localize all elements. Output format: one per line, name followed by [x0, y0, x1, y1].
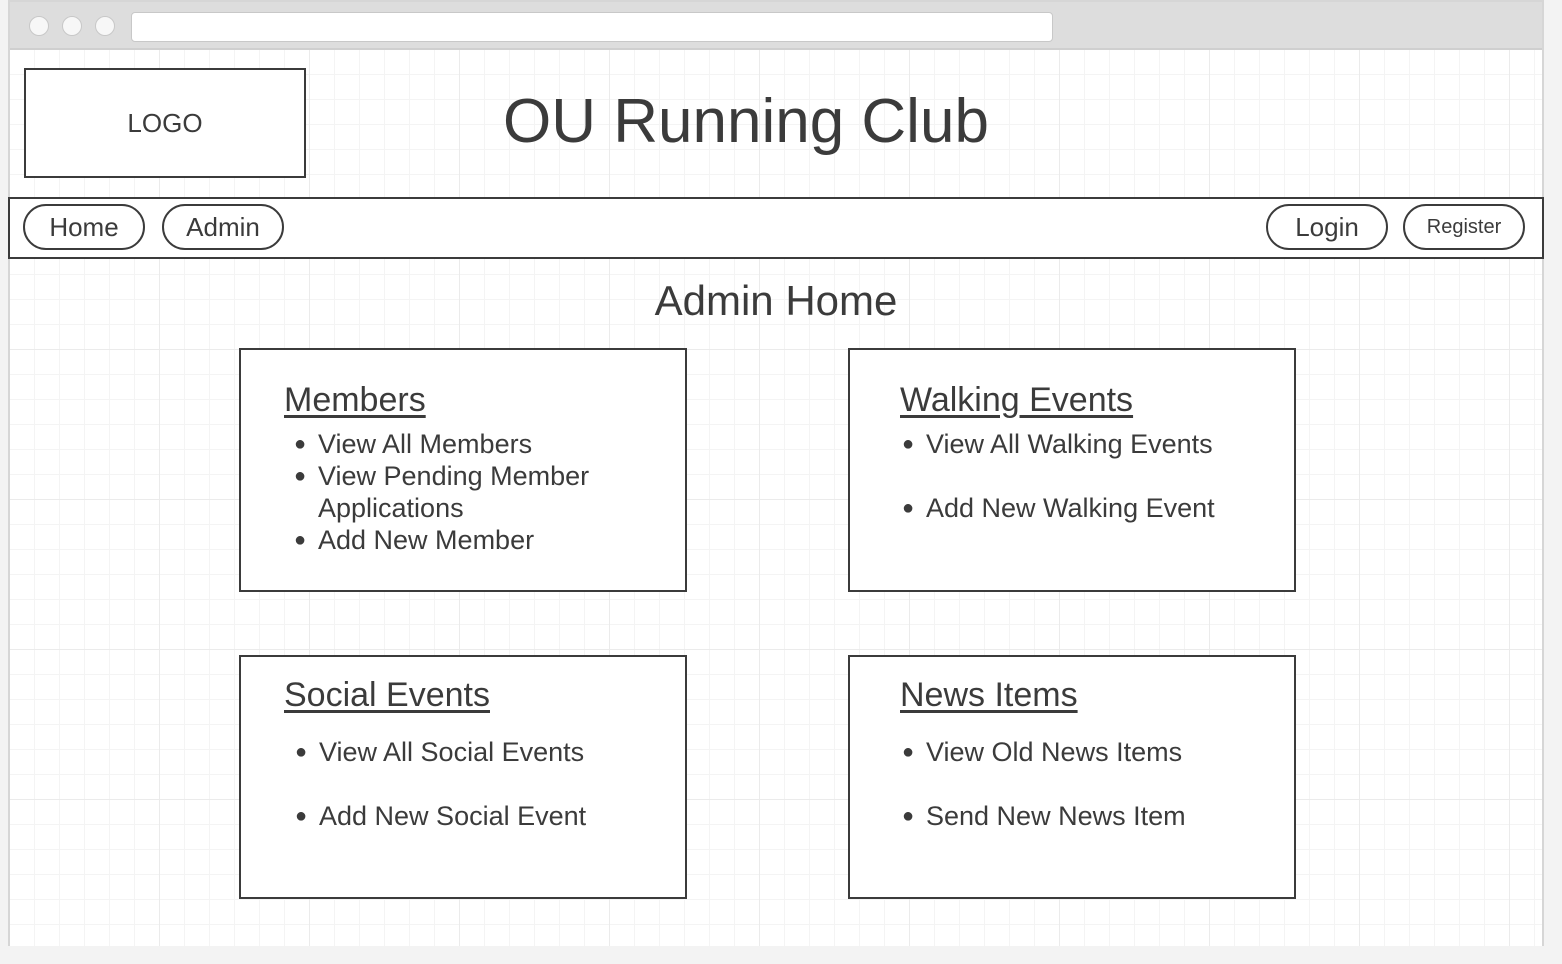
browser-titlebar [10, 2, 1542, 50]
login-button[interactable]: Login [1266, 204, 1388, 250]
link-label: View Old News Items [926, 737, 1183, 767]
walking-events-card: Walking Events ● View All Walking Events … [848, 348, 1296, 592]
bullet-icon: ● [294, 529, 307, 551]
view-old-news-items-link[interactable]: ● View Old News Items [896, 736, 1256, 768]
maximize-window-dot[interactable] [95, 16, 115, 36]
close-window-dot[interactable] [29, 16, 49, 36]
view-all-social-events-link[interactable]: ● View All Social Events [289, 736, 649, 768]
view-pending-applications-link[interactable]: ● View Pending Member Applications [288, 460, 618, 524]
page-canvas: LOGO OU Running Club Home Admin Login Re… [8, 50, 1544, 946]
news-items-card: News Items ● View Old News Items ● Send Ne… [848, 655, 1296, 899]
send-new-news-item-link[interactable]: ● Send New News Item [896, 800, 1256, 832]
page-heading: Admin Home [654, 277, 898, 324]
link-label: View All Social Events [319, 737, 585, 767]
register-button[interactable]: Register [1403, 204, 1525, 250]
social-events-card: Social Events ● View All Social Events ● A… [239, 655, 687, 899]
logo-placeholder[interactable]: LOGO [24, 68, 306, 178]
nav-admin-button[interactable]: Admin [162, 204, 284, 250]
link-label: Add New Social Event [319, 801, 587, 831]
walking-events-card-title[interactable]: Walking Events [900, 380, 1133, 420]
news-items-links: ● View Old News Items ● Send New News Item [896, 736, 1256, 832]
members-card: Members ● View All Members ● View Pending … [239, 348, 687, 592]
browser-window: LOGO OU Running Club Home Admin Login Re… [8, 0, 1544, 946]
add-new-walking-event-link[interactable]: ● Add New Walking Event [896, 492, 1256, 524]
link-label: Send New News Item [926, 801, 1186, 831]
bullet-icon: ● [295, 741, 308, 763]
link-label: View All Members [318, 429, 533, 459]
bullet-icon: ● [902, 741, 915, 763]
social-events-links: ● View All Social Events ● Add New Social … [289, 736, 649, 832]
bullet-icon: ● [902, 805, 915, 827]
link-label: Add New Walking Event [926, 493, 1215, 523]
bullet-icon: ● [902, 433, 915, 455]
add-new-social-event-link[interactable]: ● Add New Social Event [289, 800, 649, 832]
link-label: View All Walking Events [926, 429, 1213, 459]
nav-bar: Home Admin Login Register [8, 197, 1544, 259]
bullet-icon: ● [294, 433, 307, 455]
members-links: ● View All Members ● View Pending Member A… [288, 428, 618, 556]
minimize-window-dot[interactable] [62, 16, 82, 36]
bullet-icon: ● [295, 805, 308, 827]
bullet-icon: ● [294, 465, 307, 487]
add-new-member-link[interactable]: ● Add New Member [288, 524, 618, 556]
news-items-card-title[interactable]: News Items [900, 675, 1078, 715]
walking-events-links: ● View All Walking Events ● Add New Walkin… [896, 428, 1256, 524]
address-bar[interactable] [131, 12, 1053, 42]
link-label: View Pending Member Applications [318, 461, 590, 523]
link-label: Add New Member [318, 525, 535, 555]
site-title: OU Running Club [503, 87, 989, 156]
nav-home-button[interactable]: Home [23, 204, 145, 250]
bullet-icon: ● [902, 497, 915, 519]
view-all-walking-events-link[interactable]: ● View All Walking Events [896, 428, 1256, 460]
view-all-members-link[interactable]: ● View All Members [288, 428, 618, 460]
social-events-card-title[interactable]: Social Events [284, 675, 490, 715]
members-card-title[interactable]: Members [284, 380, 426, 420]
